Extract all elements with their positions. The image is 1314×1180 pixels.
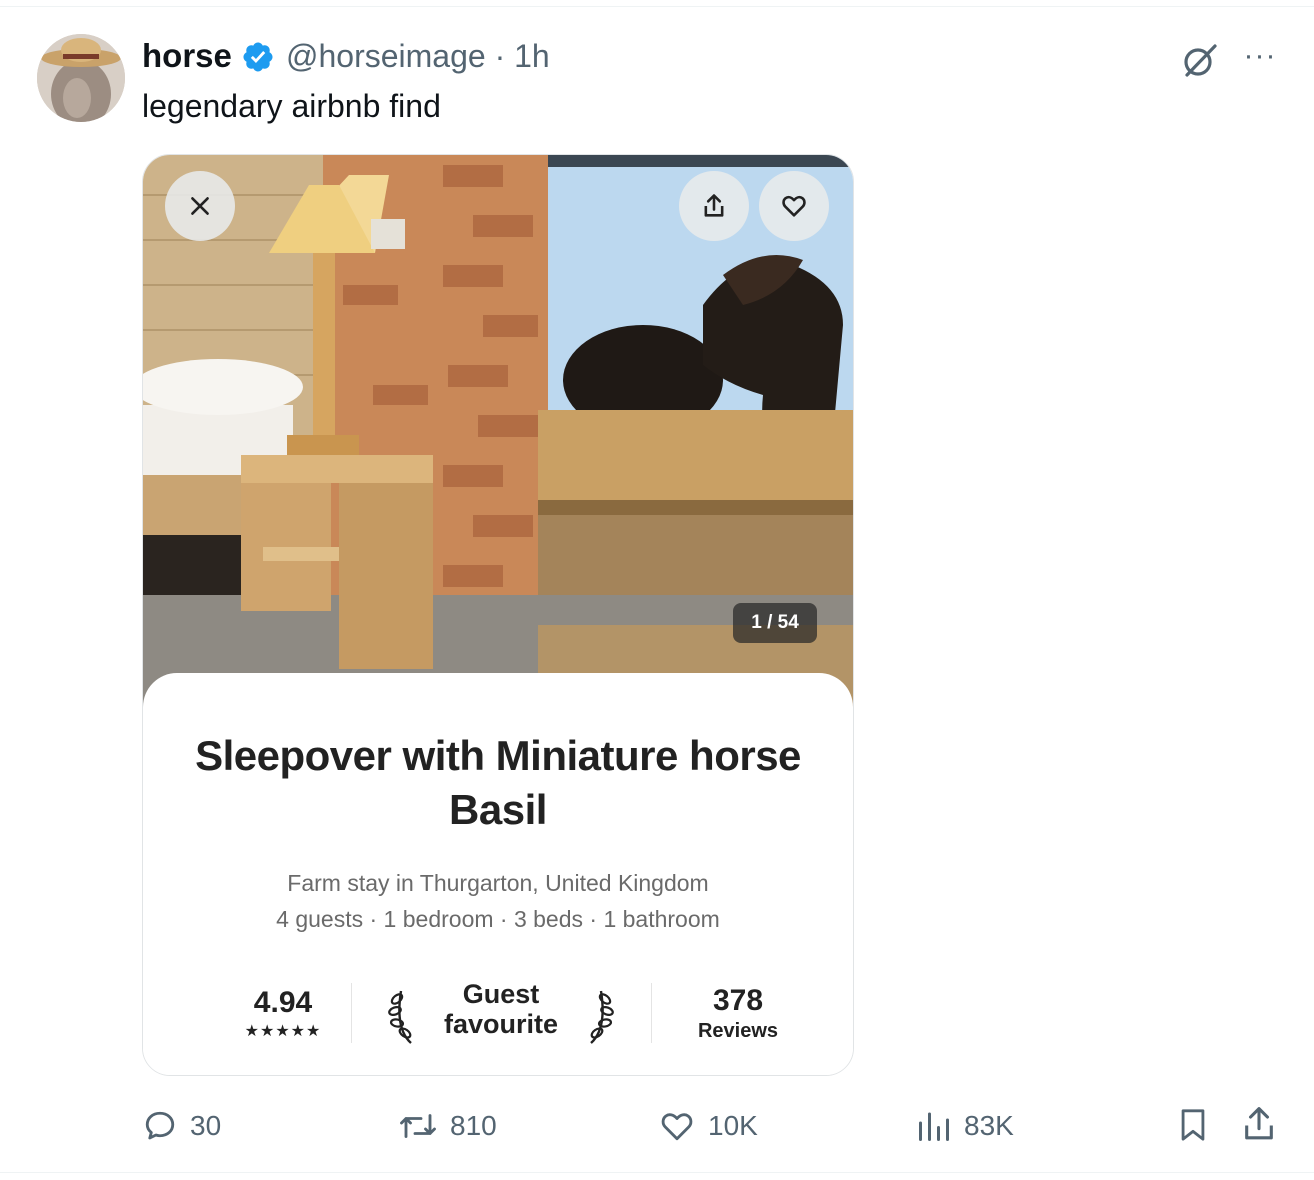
listing-card[interactable]: 1 / 54 Sleepover with Miniature horse Ba… bbox=[142, 154, 854, 1076]
listing-save-button[interactable] bbox=[759, 171, 829, 241]
share-icon bbox=[1245, 1107, 1273, 1140]
repost-icon bbox=[400, 1114, 436, 1138]
listing-info-panel: Sleepover with Miniature horse Basil Far… bbox=[143, 673, 853, 1075]
bottom-divider bbox=[0, 1172, 1314, 1173]
heart-icon bbox=[782, 195, 806, 217]
listing-details: 4 guests · 1 bedroom · 3 beds · 1 bathro… bbox=[276, 906, 720, 932]
grok-icon[interactable] bbox=[1180, 40, 1220, 80]
photo-counter: 1 / 54 bbox=[733, 603, 817, 643]
listing-location: Farm stay in Thurgarton, United Kingdom bbox=[287, 870, 709, 896]
reviews-count: 378 bbox=[712, 984, 764, 1017]
close-icon bbox=[191, 197, 209, 215]
like-button[interactable]: 10K bbox=[658, 1104, 758, 1148]
rating-stars: ★★★★★ bbox=[244, 1023, 322, 1040]
guest-favourite-badge: Guest favourite bbox=[443, 979, 559, 1039]
share-tweet-button[interactable] bbox=[1240, 1104, 1280, 1146]
listing-subtitle: Farm stay in Thurgarton, United Kingdom … bbox=[163, 865, 833, 937]
like-count: 10K bbox=[708, 1110, 758, 1141]
reply-icon bbox=[145, 1111, 175, 1140]
display-name[interactable]: horse bbox=[142, 36, 232, 76]
avatar[interactable] bbox=[37, 34, 125, 122]
repost-count: 810 bbox=[450, 1110, 497, 1141]
verified-badge-icon bbox=[241, 40, 275, 74]
repost-button[interactable]: 810 bbox=[398, 1104, 497, 1148]
handle-and-time[interactable]: @horseimage · 1h bbox=[286, 36, 550, 76]
reviews-label: Reviews bbox=[697, 1020, 779, 1042]
stat-divider bbox=[651, 983, 652, 1043]
laurel-right-icon bbox=[579, 983, 615, 1047]
laurel-left-icon bbox=[387, 983, 423, 1047]
listing-title: Sleepover with Miniature horse Basil bbox=[195, 732, 801, 833]
reply-button[interactable]: 30 bbox=[142, 1104, 221, 1148]
top-divider bbox=[0, 6, 1314, 7]
stat-divider bbox=[351, 983, 352, 1043]
views-button[interactable]: 83K bbox=[916, 1104, 1014, 1148]
more-options-icon[interactable]: ··· bbox=[1240, 38, 1280, 74]
listing-share-button[interactable] bbox=[679, 171, 749, 241]
analytics-icon bbox=[919, 1112, 949, 1141]
like-icon bbox=[661, 1113, 693, 1141]
bookmark-icon bbox=[1181, 1109, 1205, 1141]
bookmark-button[interactable] bbox=[1176, 1106, 1212, 1146]
share-icon bbox=[704, 194, 724, 217]
tweet-text: legendary airbnb find bbox=[142, 88, 441, 124]
rating-value: 4.94 bbox=[253, 986, 313, 1019]
close-button[interactable] bbox=[165, 171, 235, 241]
views-count: 83K bbox=[964, 1110, 1014, 1141]
reply-count: 30 bbox=[190, 1110, 222, 1141]
